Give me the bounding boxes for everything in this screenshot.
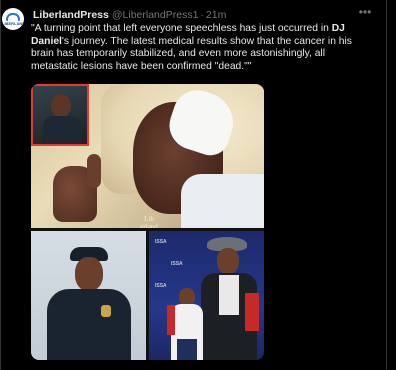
inset-head-shape [51, 94, 71, 118]
tweet-text-part2: 's journey. The latest medical results s… [31, 35, 352, 72]
timeline-left-border [0, 0, 1, 370]
tweet-text: "A turning point that left everyone spee… [31, 23, 369, 73]
police-uniform-shape [47, 289, 131, 360]
man-face-shape [217, 248, 239, 274]
tweet-header: LiberlandPress @LiberlandPress1 · 21m [33, 8, 226, 22]
kid-jacket-shape [167, 305, 175, 335]
media-image-hospital[interactable]: Lib erland [31, 84, 264, 228]
author-name[interactable]: LiberlandPress [33, 9, 109, 21]
cop-face-shape [75, 257, 103, 291]
tweet-timestamp[interactable]: 21m [206, 9, 226, 21]
man-shirt-shape [219, 275, 239, 315]
author-avatar[interactable]: LIBERLAND [2, 8, 24, 30]
inset-photo-officer [31, 84, 89, 146]
header-separator: · [200, 9, 204, 21]
backdrop-logo: ISSA [155, 239, 167, 245]
police-badge-icon [101, 305, 111, 317]
avatar-logo-icon [6, 13, 20, 21]
thumbs-up-icon [87, 154, 101, 188]
author-handle[interactable]: @LiberlandPress1 [112, 9, 199, 21]
timeline-right-border [386, 0, 387, 370]
watermark-text: Lib erland [140, 215, 158, 228]
jacket-lining-shape [245, 293, 259, 331]
hospital-gown-shape [181, 174, 264, 228]
avatar-label: LIBERLAND [2, 21, 24, 26]
media-image-police-uniform[interactable] [31, 231, 146, 360]
inset-body-shape [43, 116, 81, 144]
backdrop-logo: ISSA [171, 261, 183, 267]
kid-pants-shape [177, 339, 197, 360]
media-image-event[interactable]: ISSA ISSA ISSA [149, 231, 264, 360]
backdrop-logo: ISSA [155, 283, 167, 289]
more-options-icon[interactable]: ••• [356, 6, 374, 20]
tweet-media-grid: Lib erland ISSA ISSA ISSA [31, 84, 264, 360]
tweet-text-part1: "A turning point that left everyone spee… [31, 23, 332, 34]
